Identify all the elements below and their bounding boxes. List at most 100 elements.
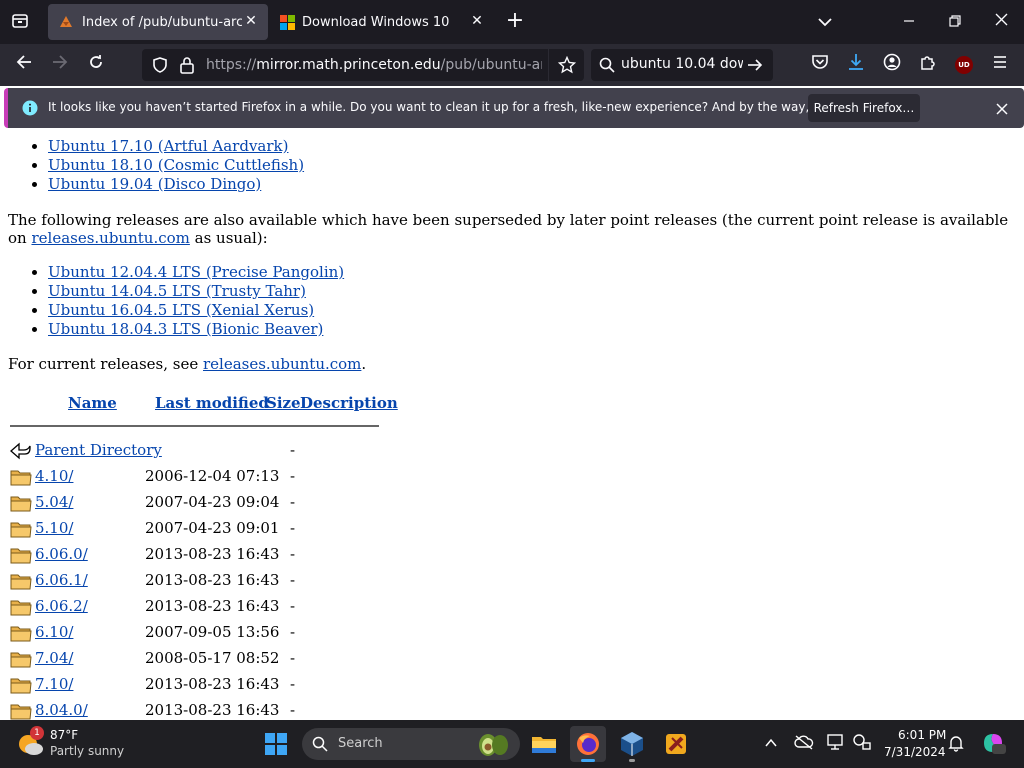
tab-manager-icon[interactable]: [8, 12, 32, 32]
search-input[interactable]: ubuntu 10.04 download: [621, 56, 743, 72]
modified-cell: 2013-08-23 16:43: [145, 597, 280, 615]
back-button[interactable]: [12, 53, 36, 77]
modified-cell: 2013-08-23 16:43: [145, 545, 280, 563]
list-item: Ubuntu 18.10 (Cosmic Cuttlefish): [48, 156, 304, 175]
directory-link[interactable]: 6.06.0/: [35, 545, 88, 563]
table-row: 7.04/2008-05-17 08:52-: [10, 646, 410, 672]
release-link[interactable]: Ubuntu 12.04.4 LTS (Precise Pangolin): [48, 263, 344, 281]
network-icon[interactable]: [852, 733, 872, 755]
refresh-notification-bar: It looks like you haven’t started Firefo…: [4, 88, 1024, 128]
folder-icon: [10, 598, 32, 616]
restore-icon[interactable]: [944, 12, 966, 31]
virtualbox-icon[interactable]: [614, 726, 650, 762]
lock-icon[interactable]: [179, 56, 195, 78]
modified-cell: 2007-04-23 09:01: [145, 519, 280, 537]
forward-button[interactable]: [48, 53, 72, 77]
search-bar[interactable]: ubuntu 10.04 download: [591, 49, 773, 81]
size-cell: -: [290, 545, 296, 563]
size-cell: -: [290, 493, 296, 511]
directory-link[interactable]: 7.04/: [35, 649, 73, 667]
show-hidden-icons-chevron-icon[interactable]: [764, 735, 778, 754]
release-link[interactable]: Ubuntu 17.10 (Artful Aardvark): [48, 137, 288, 155]
size-cell: -: [290, 571, 296, 589]
folder-icon: [10, 572, 32, 590]
weather-temp: 87°F: [50, 728, 79, 742]
file-explorer-icon[interactable]: [526, 726, 562, 762]
notification-bell-icon[interactable]: [948, 734, 964, 756]
copilot-icon[interactable]: [980, 730, 1006, 760]
directory-link[interactable]: 4.10/: [35, 467, 73, 485]
weather-desc: Partly sunny: [50, 744, 125, 758]
releases-ubuntu-link[interactable]: releases.ubuntu.com: [203, 355, 361, 373]
close-tab-icon[interactable]: ✕: [468, 13, 486, 29]
onedrive-icon[interactable]: [794, 734, 814, 754]
directory-link[interactable]: 5.10/: [35, 519, 73, 537]
pocket-icon[interactable]: [808, 53, 832, 77]
folder-icon: [10, 650, 32, 668]
table-row: 7.10/2013-08-23 16:43-: [10, 672, 410, 698]
column-header-description[interactable]: Description: [300, 394, 398, 412]
list-item: Ubuntu 14.04.5 LTS (Trusty Tahr): [48, 282, 344, 301]
close-notification-icon[interactable]: [996, 100, 1008, 119]
size-cell: -: [290, 649, 296, 667]
extensions-icon[interactable]: [916, 53, 940, 77]
firefox-icon[interactable]: [570, 726, 606, 762]
weather-widget[interactable]: 1 87°F Partly sunny: [16, 726, 126, 762]
directory-link[interactable]: 6.06.2/: [35, 597, 88, 615]
ublock-origin-icon[interactable]: UD: [952, 53, 976, 77]
notification-badge: 1: [30, 726, 44, 740]
info-icon: [22, 100, 38, 120]
directory-link[interactable]: 8.04.0/: [35, 701, 88, 719]
release-link[interactable]: Ubuntu 16.04.5 LTS (Xenial Xerus): [48, 301, 314, 319]
clock-date[interactable]: 7/31/2024: [884, 745, 946, 759]
releases-ubuntu-link[interactable]: releases.ubuntu.com: [31, 229, 189, 247]
parent-directory-link[interactable]: Parent Directory: [35, 441, 162, 459]
release-link[interactable]: Ubuntu 18.10 (Cosmic Cuttlefish): [48, 156, 304, 174]
bookmark-star-icon[interactable]: [548, 49, 585, 81]
column-header-size[interactable]: Size: [266, 394, 301, 412]
column-header-last-modified[interactable]: Last modified: [155, 394, 269, 412]
list-item: Ubuntu 16.04.5 LTS (Xenial Xerus): [48, 301, 344, 320]
release-link[interactable]: Ubuntu 14.04.5 LTS (Trusty Tahr): [48, 282, 306, 300]
close-tab-icon[interactable]: ✕: [242, 13, 260, 29]
downloads-icon[interactable]: [844, 53, 868, 77]
tab-ubuntu-archive[interactable]: Index of /pub/ubuntu-archive/ ✕: [48, 4, 268, 40]
table-row-parent: Parent Directory -: [10, 438, 410, 464]
taskbar: 1 87°F Partly sunny Search 6:01 PM 7/31/…: [0, 720, 1024, 768]
app-icon[interactable]: [658, 726, 694, 762]
release-link[interactable]: Ubuntu 18.04.3 LTS (Bionic Beaver): [48, 320, 323, 338]
tracking-protection-icon[interactable]: [151, 56, 169, 78]
table-row: 8.04.0/2013-08-23 16:43-: [10, 698, 410, 720]
close-window-icon[interactable]: [990, 11, 1012, 30]
table-row: 6.10/2007-09-05 13:56-: [10, 620, 410, 646]
new-tab-icon[interactable]: +: [504, 10, 526, 32]
superseded-paragraph: The following releases are also availabl…: [8, 211, 1009, 247]
reload-button[interactable]: [84, 53, 108, 77]
taskbar-search[interactable]: Search: [302, 728, 520, 760]
list-all-tabs-icon[interactable]: [814, 12, 836, 31]
size-cell: -: [290, 597, 296, 615]
tab-download-windows[interactable]: Download Windows 10 ✕: [272, 4, 494, 40]
directory-link[interactable]: 6.10/: [35, 623, 73, 641]
display-icon[interactable]: [826, 733, 846, 755]
account-icon[interactable]: [880, 53, 904, 77]
release-link[interactable]: Ubuntu 19.04 (Disco Dingo): [48, 175, 261, 193]
directory-link[interactable]: 7.10/: [35, 675, 73, 693]
menu-icon[interactable]: [988, 53, 1012, 77]
folder-icon: [10, 546, 32, 564]
directory-link[interactable]: 6.06.1/: [35, 571, 88, 589]
refresh-firefox-button[interactable]: Refresh Firefox…: [808, 94, 920, 122]
minimize-icon[interactable]: [898, 12, 920, 31]
url-bar[interactable]: https://mirror.math.princeton.edu/pub/ub…: [142, 49, 584, 81]
start-button[interactable]: [258, 726, 294, 762]
url-text[interactable]: https://mirror.math.princeton.edu/pub/ub…: [206, 57, 542, 73]
folder-icon: [10, 676, 32, 694]
column-header-name[interactable]: Name: [68, 394, 117, 412]
page-content: x Ubuntu 17.10 (Artful Aardvark) Ubuntu …: [0, 132, 1024, 720]
taskbar-search-placeholder: Search: [338, 736, 383, 751]
search-go-icon[interactable]: [747, 57, 763, 77]
tab-title: Index of /pub/ubuntu-archive/: [82, 14, 242, 30]
modified-cell: 2006-12-04 07:13: [145, 467, 280, 485]
clock-time[interactable]: 6:01 PM: [898, 728, 946, 742]
directory-link[interactable]: 5.04/: [35, 493, 73, 511]
